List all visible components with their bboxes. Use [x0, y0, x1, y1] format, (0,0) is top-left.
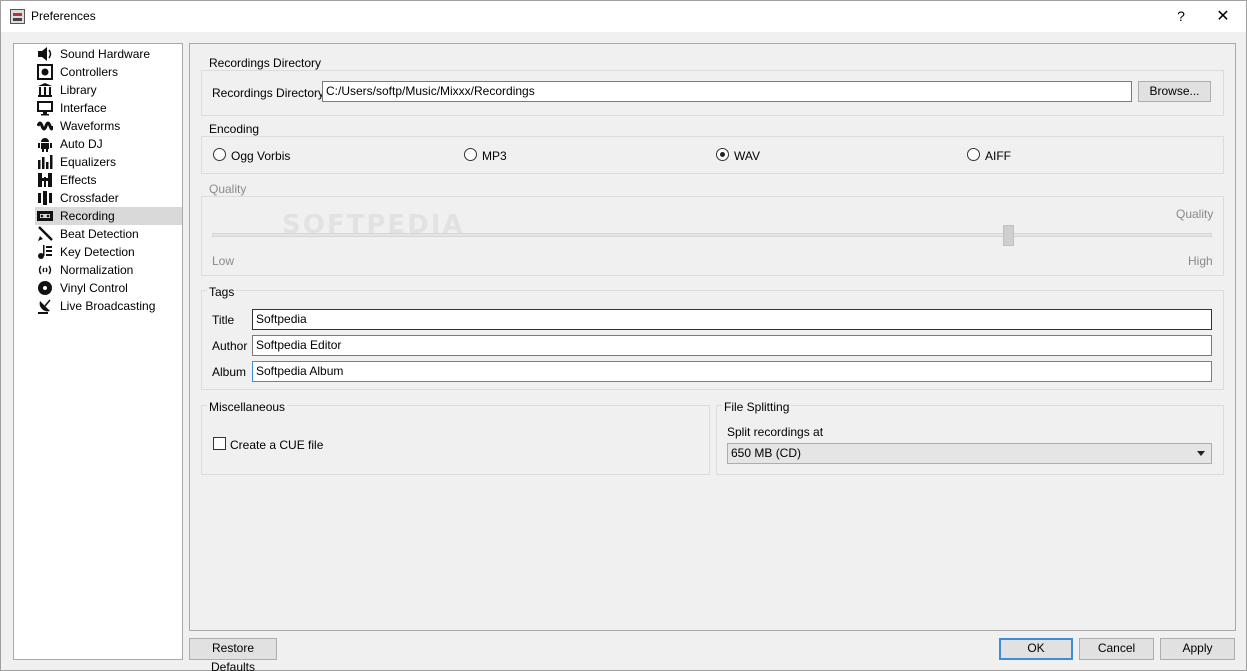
split-recordings-label: Split recordings at: [727, 425, 824, 439]
sidebar-item-label: Key Detection: [60, 245, 135, 259]
preferences-window: Preferences ? ✕ Sound Hardware Controlle…: [0, 0, 1247, 671]
radio-wav[interactable]: [716, 148, 729, 161]
sidebar-item-label: Crossfader: [60, 191, 119, 205]
quality-low-label: Low: [212, 254, 235, 268]
metronome-icon: [37, 226, 53, 242]
close-button[interactable]: ✕: [1201, 1, 1245, 32]
normalization-icon: [37, 262, 53, 278]
sidebar-item-waveforms[interactable]: Waveforms: [35, 117, 182, 135]
recordings-directory-label: Recordings Directory:: [212, 86, 328, 100]
robot-icon: [37, 136, 53, 152]
create-cue-file-checkbox[interactable]: [213, 437, 226, 450]
tags-group-title: Tags: [207, 285, 237, 299]
create-cue-file-label: Create a CUE file: [230, 438, 324, 452]
window-title: Preferences: [31, 9, 96, 23]
title-bar: Preferences ? ✕: [1, 1, 1246, 32]
sidebar-item-interface[interactable]: Interface: [35, 99, 182, 117]
apply-button[interactable]: Apply: [1160, 638, 1235, 660]
sidebar-item-controllers[interactable]: Controllers: [35, 63, 182, 81]
sidebar-item-label: Live Broadcasting: [60, 299, 156, 313]
file-splitting-group-title: File Splitting: [722, 400, 792, 414]
quality-high-label: High: [1188, 254, 1213, 268]
quality-slider-track: [212, 233, 1212, 237]
crossfader-icon: [37, 190, 53, 206]
sidebar-item-label: Effects: [60, 173, 97, 187]
album-tag-input[interactable]: Softpedia Album: [252, 361, 1212, 382]
recordings-directory-input[interactable]: C:/Users/softp/Music/Mixxx/Recordings: [322, 81, 1132, 102]
preferences-sidebar: Sound Hardware Controllers Library Inter…: [13, 43, 183, 660]
sidebar-item-equalizers[interactable]: Equalizers: [35, 153, 182, 171]
sidebar-item-library[interactable]: Library: [35, 81, 182, 99]
sidebar-item-label: Library: [60, 83, 97, 97]
radio-aiff[interactable]: [967, 148, 980, 161]
author-tag-label: Author: [212, 339, 248, 353]
equalizer-icon: [37, 154, 53, 170]
chevron-down-icon: [1197, 451, 1205, 456]
browse-button[interactable]: Browse...: [1138, 81, 1211, 102]
quality-slider-thumb[interactable]: [1003, 225, 1015, 246]
sidebar-item-beat-detection[interactable]: Beat Detection: [35, 225, 182, 243]
recordings-directory-group-title: Recordings Directory: [207, 56, 324, 70]
library-icon: [37, 82, 53, 98]
sidebar-item-crossfader[interactable]: Crossfader: [35, 189, 182, 207]
radio-label-wav: WAV: [734, 149, 760, 163]
monitor-icon: [37, 100, 53, 116]
sidebar-item-sound-hardware[interactable]: Sound Hardware: [35, 45, 182, 63]
help-button[interactable]: ?: [1159, 1, 1203, 32]
vinyl-icon: [37, 280, 53, 296]
author-tag-input[interactable]: Softpedia Editor: [252, 335, 1212, 356]
effects-icon: [37, 172, 53, 188]
key-detection-icon: [37, 244, 53, 260]
sidebar-item-live-broadcasting[interactable]: Live Broadcasting: [35, 297, 182, 315]
split-size-value: 650 MB (CD): [731, 446, 802, 460]
sidebar-item-label: Waveforms: [60, 119, 121, 133]
sidebar-item-label: Auto DJ: [60, 137, 103, 151]
sidebar-item-vinyl-control[interactable]: Vinyl Control: [35, 279, 182, 297]
sidebar-item-key-detection[interactable]: Key Detection: [35, 243, 182, 261]
album-tag-label: Album: [212, 365, 247, 379]
encoding-group: [201, 136, 1224, 174]
cancel-button[interactable]: Cancel: [1079, 638, 1154, 660]
title-tag-label: Title: [212, 313, 235, 327]
controller-icon: [37, 64, 53, 80]
split-size-select[interactable]: 650 MB (CD): [727, 443, 1212, 464]
radio-label-mp3: MP3: [482, 149, 507, 163]
recording-preferences-panel: SOFTPEDIA Recordings Directory Recording…: [189, 43, 1236, 631]
file-splitting-group: [716, 405, 1224, 475]
encoding-group-title: Encoding: [207, 122, 262, 136]
miscellaneous-group-title: Miscellaneous: [207, 400, 288, 414]
sidebar-item-label: Normalization: [60, 263, 134, 277]
sidebar-item-label: Controllers: [60, 65, 119, 79]
sidebar-item-label: Interface: [60, 101, 107, 115]
waveform-icon: [36, 118, 54, 134]
ok-button[interactable]: OK: [999, 638, 1073, 660]
quality-value-label: Quality: [1176, 207, 1214, 221]
title-tag-input[interactable]: Softpedia: [252, 309, 1212, 330]
sidebar-item-label: Sound Hardware: [60, 47, 151, 61]
radio-label-aiff: AIFF: [985, 149, 1011, 163]
radio-ogg-vorbis[interactable]: [213, 148, 226, 161]
restore-defaults-button[interactable]: Restore Defaults: [189, 638, 277, 671]
sidebar-item-recording[interactable]: Recording: [35, 207, 182, 225]
sidebar-item-label: Beat Detection: [60, 227, 139, 241]
broadcast-icon: [37, 298, 53, 314]
sidebar-item-auto-dj[interactable]: Auto DJ: [35, 135, 182, 153]
sidebar-item-effects[interactable]: Effects: [35, 171, 182, 189]
sidebar-item-label: Vinyl Control: [60, 281, 128, 295]
sidebar-item-normalization[interactable]: Normalization: [35, 261, 182, 279]
sidebar-item-label: Equalizers: [60, 155, 117, 169]
radio-mp3[interactable]: [464, 148, 477, 161]
mixxx-app-icon: [10, 9, 25, 24]
sidebar-item-label: Recording: [60, 209, 115, 223]
radio-label-ogg-vorbis: Ogg Vorbis: [231, 149, 291, 163]
speaker-icon: [37, 46, 53, 62]
quality-group-title: Quality: [207, 182, 249, 196]
cassette-icon: [37, 208, 53, 224]
